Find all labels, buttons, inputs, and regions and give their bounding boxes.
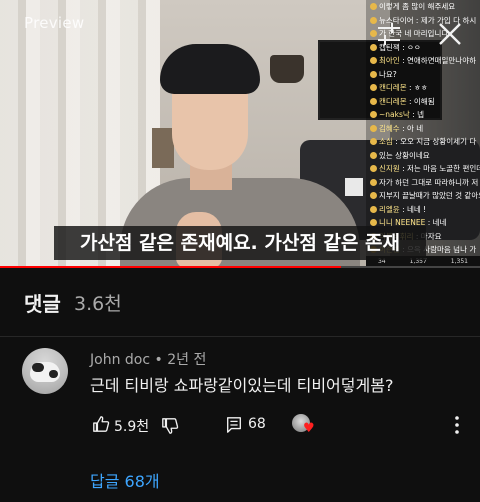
chat-user-icon: [370, 124, 377, 132]
comment-icon[interactable]: [225, 416, 243, 434]
chat-text: 넵: [417, 110, 424, 119]
reply-count: 68: [248, 416, 266, 432]
chat-user-icon: [370, 178, 377, 186]
chat-text: 자가 하던 그대로 따라하니까 저 호: [379, 177, 480, 187]
thumbs-up-icon[interactable]: [92, 415, 110, 433]
chat-user-icon: [370, 205, 377, 213]
chat-message: 나요?: [366, 68, 480, 82]
meta-separator: •: [150, 352, 168, 368]
chat-username: 신지원: [379, 164, 400, 173]
chat-text: 지부지 끝날때가 많았던 것 같아요: [379, 191, 480, 200]
sliders-icon[interactable]: [375, 20, 403, 48]
cat-spot: [32, 363, 44, 372]
chat-username: ~naks낙: [379, 110, 410, 119]
chat-message: 소심 : 오오 지금 상황이세기 다: [366, 135, 480, 149]
chat-message: 이렇게 좀 많이 해주세요: [366, 0, 480, 14]
chat-message: 김혜수 : 아 네: [366, 122, 480, 136]
chat-text: 네네 !: [407, 204, 427, 214]
chat-message: 캔디레몬 : ㅎㅎ: [366, 81, 480, 95]
like-count: 5.9천: [114, 419, 150, 435]
chat-message: 리엘윤 : 네네 !: [366, 203, 480, 217]
chat-text: 나요?: [379, 69, 397, 79]
person-hair: [160, 44, 260, 94]
chat-user-icon: [370, 138, 377, 145]
pillow-background: [345, 178, 363, 196]
chat-username: 캔디레몬: [379, 83, 407, 92]
chat-user-icon: [370, 57, 377, 64]
chat-username: 소심: [379, 137, 393, 146]
video-subtitle: 가산점 같은 존재예요. 가산점 같은 존재: [54, 226, 426, 260]
comment-age: 2년 전: [167, 352, 207, 368]
chat-user-icon: [370, 111, 377, 118]
chat-user-icon: [370, 165, 377, 172]
close-icon[interactable]: [436, 20, 464, 48]
chat-username: 캔디레몬: [379, 96, 407, 106]
creator-heart-badge: ♥: [292, 414, 318, 436]
chat-text: 네네: [432, 218, 447, 227]
chat-message: 있는 상황이네요: [366, 149, 480, 163]
chat-user-icon: [370, 219, 377, 226]
preview-watermark: Preview: [24, 14, 85, 32]
chat-username: 김혜수: [379, 123, 400, 133]
video-player[interactable]: Preview 이렇게 좀 많이 해주세요 뉴스타이어 : 제가 가입 다 하시 가…: [0, 0, 480, 268]
view-replies-link[interactable]: 답글 68개: [90, 468, 160, 492]
chat-message: 지부지 끝날때가 많았던 것 같아요: [366, 189, 480, 203]
chat-user-icon: [370, 151, 377, 159]
comment-meta: John doc • 2년 전: [90, 349, 206, 369]
shelf-background: [152, 128, 174, 168]
chat-text: ㅎㅎ: [413, 83, 428, 92]
comments-count: 3.6천: [74, 293, 122, 315]
avatar[interactable]: [22, 348, 68, 394]
comments-header: 댓글 3.6천: [0, 268, 480, 336]
lamp-background: [270, 55, 304, 83]
chat-username: 리엘윤: [379, 204, 400, 214]
cat-spot: [49, 370, 58, 378]
chat-user-icon: [370, 192, 377, 199]
chat-message: 캔디레몬 : 이해됨: [366, 95, 480, 109]
comment-author[interactable]: John doc: [90, 352, 150, 368]
chat-user-icon: [370, 97, 377, 105]
chat-user-icon: [370, 70, 377, 78]
chat-text: 있는 상황이네요: [379, 150, 430, 160]
chat-text: 이해됨: [413, 96, 435, 106]
chat-text: 이렇게 좀 많이 해주세요: [379, 2, 456, 11]
comments-title: 댓글: [24, 292, 61, 316]
chat-message: 최아인 : 연애하면매일만나야하: [366, 54, 480, 68]
more-vert-icon[interactable]: [452, 415, 462, 435]
chat-username: 최아인: [379, 56, 400, 65]
chat-text: 저는 마음 노골한 편인데: [407, 164, 480, 173]
comment-text: 근데 티비랑 쇼파랑같이있는데 티비어덯게봄?: [90, 376, 394, 395]
chat-message: 자가 하던 그대로 따라하니까 저 호: [366, 176, 480, 190]
chat-text: 연애하면매일만나야하: [407, 56, 476, 65]
heart-icon: ♥: [303, 421, 315, 436]
chat-user-icon: [370, 84, 377, 91]
chat-text: 오오 지금 상황이세기 다: [400, 137, 477, 146]
chat-user-icon: [370, 3, 377, 10]
chat-text: 아 네: [407, 123, 424, 133]
header-divider: [0, 336, 480, 337]
chat-message: 신지원 : 저는 마음 노골한 편인데: [366, 162, 480, 176]
thumbs-down-icon[interactable]: [161, 417, 179, 435]
chat-message: ~naks낙 : 넵: [366, 108, 480, 122]
